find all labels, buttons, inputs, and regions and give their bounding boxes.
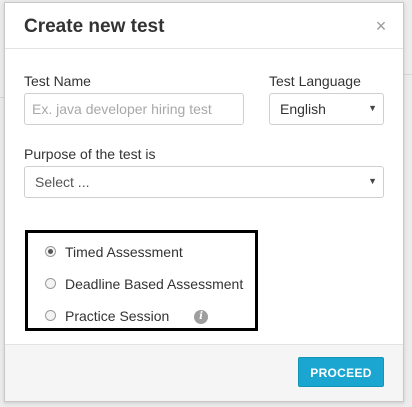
proceed-button[interactable]: PROCEED (298, 357, 384, 387)
test-name-input[interactable] (24, 93, 244, 125)
option-label: Deadline Based Assessment (65, 276, 244, 292)
dialog-footer: PROCEED (5, 344, 403, 401)
test-language-value: English (280, 101, 326, 117)
dropdown-arrow-icon: ▼ (368, 103, 377, 113)
test-language-label: Test Language (269, 73, 361, 89)
purpose-value: Select ... (35, 174, 90, 190)
test-name-label: Test Name (24, 73, 91, 89)
purpose-select[interactable]: Select ... ▼ (24, 166, 384, 198)
radio-button[interactable] (45, 278, 56, 289)
dropdown-arrow-icon: ▼ (368, 176, 377, 186)
purpose-label: Purpose of the test is (24, 146, 156, 162)
create-test-dialog: Create new test × Test Name Test Languag… (4, 2, 404, 402)
option-label: Practice Session (65, 308, 170, 324)
close-icon[interactable]: × (373, 17, 389, 35)
dialog-header: Create new test × (5, 3, 403, 49)
option-label: Timed Assessment (65, 244, 183, 260)
backdrop-line (404, 74, 412, 75)
dialog-title: Create new test (24, 16, 165, 37)
radio-button[interactable] (45, 310, 56, 321)
test-type-options: Timed Assessment Deadline Based Assessme… (25, 230, 258, 331)
info-icon[interactable]: i (194, 310, 208, 324)
radio-button-checked[interactable] (45, 246, 56, 257)
test-language-select[interactable]: English ▼ (269, 93, 384, 125)
